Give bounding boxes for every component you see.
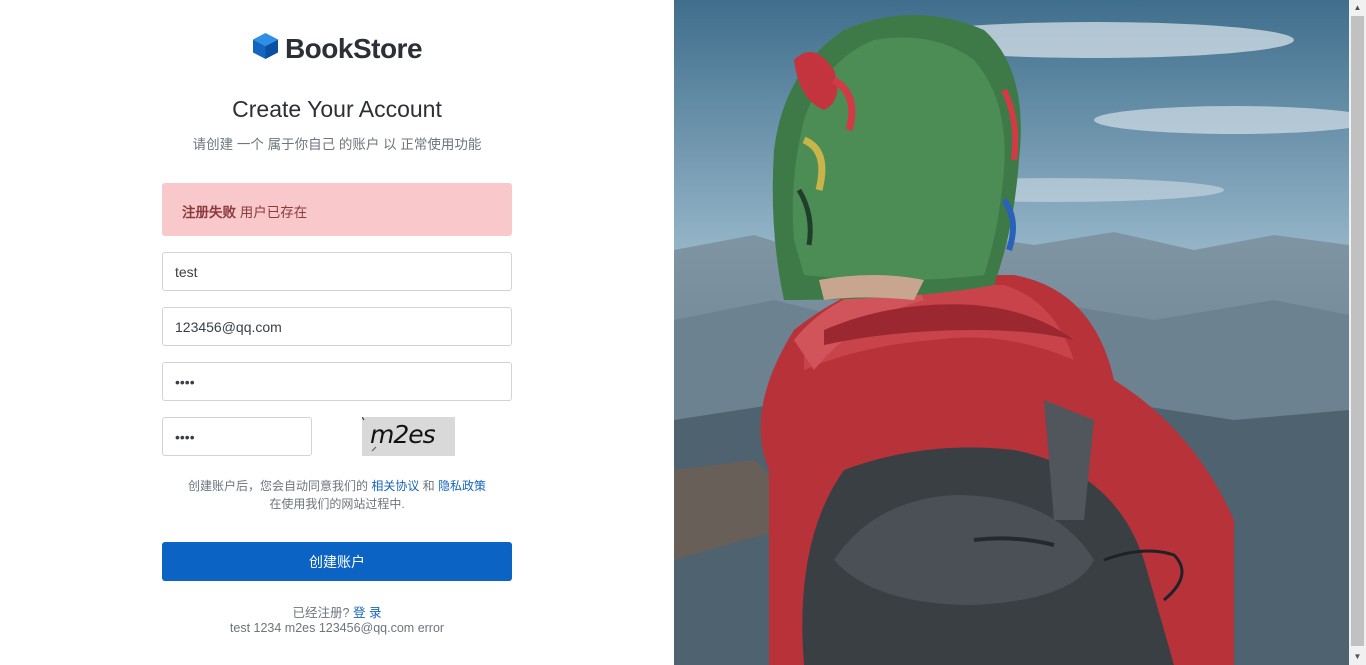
scroll-thumb[interactable] — [1351, 16, 1364, 646]
captcha-input[interactable] — [162, 417, 312, 456]
captcha-text: m2es — [370, 420, 436, 449]
hiker-photo — [674, 0, 1349, 665]
captcha-image[interactable]: m2es — [362, 417, 455, 456]
login-prompt: 已经注册? 登 录 — [0, 602, 674, 621]
username-input[interactable] — [162, 252, 512, 291]
brand-logo[interactable]: BookStore — [0, 32, 674, 65]
password-input[interactable] — [162, 362, 512, 401]
brand-name: BookStore — [284, 32, 423, 64]
cube-icon — [252, 32, 279, 65]
scroll-up-icon[interactable]: ▲ — [1349, 0, 1366, 16]
terms-prefix: 创建账户后，您会自动同意我们的 — [187, 479, 372, 493]
privacy-link[interactable]: 隐私政策 — [438, 479, 486, 493]
alert-title: 注册失败 — [182, 205, 236, 220]
error-alert: 注册失败 用户已存在 — [162, 183, 512, 236]
scroll-down-icon[interactable]: ▼ — [1349, 649, 1366, 665]
register-panel: BookStore Create Your Account 请创建 一个 属于你… — [0, 0, 674, 665]
vertical-scrollbar[interactable]: ▲ ▼ — [1349, 0, 1366, 665]
terms-suffix: 在使用我们的网站过程中. — [269, 497, 405, 511]
terms-and: 和 — [419, 479, 438, 493]
alert-message: 用户已存在 — [236, 205, 308, 220]
login-link[interactable]: 登 录 — [353, 606, 381, 620]
page-title: Create Your Account — [232, 96, 442, 122]
page-subtitle: 请创建 一个 属于你自己 的账户 以 正常使用功能 — [192, 137, 482, 152]
login-prompt-text: 已经注册? — [292, 606, 353, 620]
debug-text: test 1234 m2es 123456@qq.com error — [229, 621, 445, 635]
terms-text: 创建账户后，您会自动同意我们的 相关协议 和 隐私政策 在使用我们的网站过程中. — [0, 477, 674, 513]
agreement-link[interactable]: 相关协议 — [371, 479, 419, 493]
create-account-button[interactable]: 创建账户 — [162, 542, 512, 581]
email-input[interactable] — [162, 307, 512, 346]
